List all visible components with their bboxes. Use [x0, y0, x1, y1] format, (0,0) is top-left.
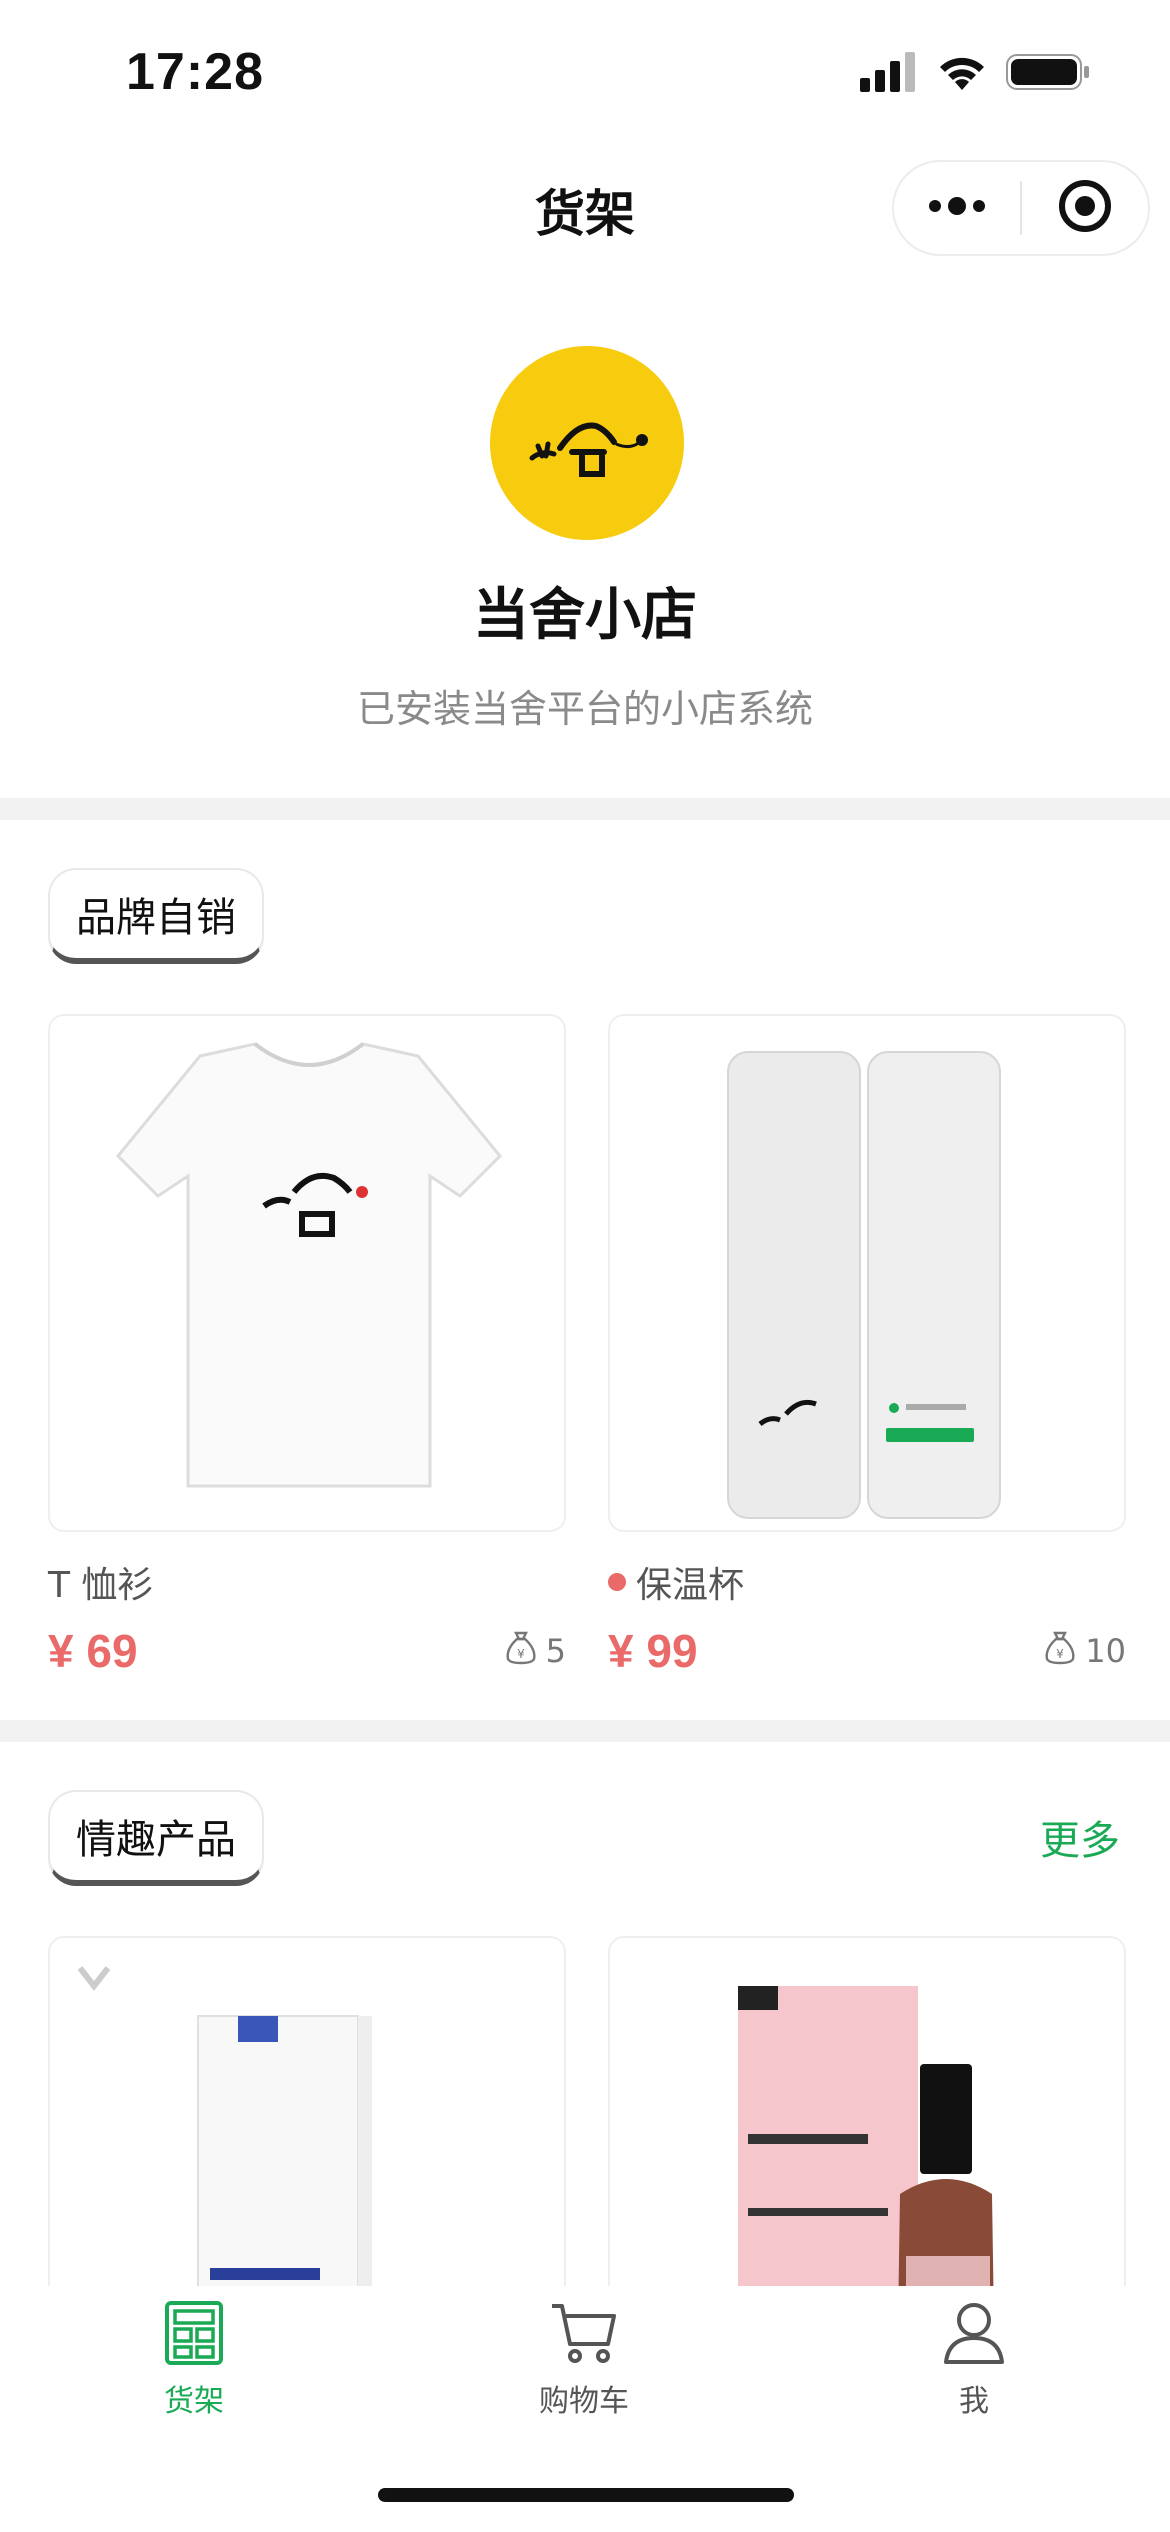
mini-program-capsule [892, 160, 1150, 256]
product-card[interactable]: T 恤衫 ¥ 69 ¥ 5 [48, 1014, 566, 1678]
svg-text:¥: ¥ [1056, 1647, 1064, 1661]
product-card[interactable] [48, 1936, 566, 2286]
product-image[interactable] [48, 1014, 566, 1532]
product-title-text: T 恤衫 [48, 1565, 154, 1606]
section-title[interactable]: 品牌自销 [48, 868, 264, 964]
screen: 17:28 货架 当舍小店 已安装当舍平台的小店系统 品牌自销 T 恤衫 ¥ 6… [0, 0, 1170, 2532]
shop-logo [490, 346, 684, 540]
section-brand: 品牌自销 T 恤衫 ¥ 69 ¥ 5 保温杯 ¥ 99 ¥ 10 [0, 820, 1170, 1720]
target-icon [1057, 178, 1113, 238]
close-mini-program-button[interactable] [1022, 162, 1148, 254]
sales-number: 5 [545, 1632, 566, 1670]
product-image[interactable] [48, 1936, 566, 2286]
product-card[interactable]: 保温杯 ¥ 99 ¥ 10 [608, 1014, 1126, 1678]
shelf-icon [164, 2301, 224, 2370]
tab-label: 我 [959, 2384, 989, 2419]
svg-text:¥: ¥ [517, 1647, 525, 1661]
more-dots-icon [927, 196, 987, 220]
shop-description: 已安装当舍平台的小店系统 [356, 687, 813, 731]
shop-profile: 当舍小店 已安装当舍平台的小店系统 [0, 270, 1170, 798]
sales-number: 10 [1085, 1632, 1126, 1670]
cart-icon [549, 2304, 619, 2370]
more-menu-button[interactable] [894, 162, 1020, 254]
sales-count: ¥ 5 [504, 1629, 566, 1673]
status-icons [860, 52, 1090, 96]
tab-label: 货架 [164, 2384, 224, 2419]
product-bottle-image [738, 1986, 994, 2286]
cellular-signal-icon [860, 52, 918, 96]
tab-shelf[interactable]: 货架 [94, 2300, 294, 2420]
tab-cart[interactable]: 购物车 [484, 2300, 684, 2420]
user-icon [941, 2303, 1007, 2370]
home-indicator [378, 2488, 794, 2502]
tab-label: 购物车 [539, 2384, 629, 2419]
product-title-text: 保温杯 [636, 1565, 745, 1606]
money-bag-icon: ¥ [1043, 1629, 1077, 1673]
tshirt-image [115, 1042, 503, 1488]
wifi-icon [936, 52, 988, 96]
more-link[interactable]: 更多 [1040, 1808, 1120, 1866]
battery-icon [1006, 52, 1090, 96]
section-adult: 情趣产品 更多 [0, 1742, 1170, 2286]
thermos-image [727, 1051, 1001, 1519]
product-title: 保温杯 [608, 1554, 1126, 1610]
shop-name: 当舍小店 [473, 583, 697, 648]
section-divider [0, 1720, 1170, 1742]
brand-calligraphy-logo [529, 422, 648, 477]
product-meta: ¥ 99 ¥ 10 [608, 1624, 1126, 1678]
nav-bar: 货架 [0, 150, 1170, 270]
status-time: 17:28 [126, 43, 264, 101]
status-dot [608, 1573, 626, 1591]
product-meta: ¥ 69 ¥ 5 [48, 1624, 566, 1678]
product-price: ¥ 99 [608, 1625, 698, 1677]
section-title[interactable]: 情趣产品 [48, 1790, 264, 1886]
tab-me[interactable]: 我 [874, 2300, 1074, 2420]
product-box-image [77, 1966, 372, 2286]
product-image[interactable] [608, 1936, 1126, 2286]
product-title: T 恤衫 [48, 1554, 566, 1610]
product-price: ¥ 69 [48, 1625, 138, 1677]
product-image[interactable] [608, 1014, 1126, 1532]
money-bag-icon: ¥ [504, 1629, 538, 1673]
status-bar: 17:28 [0, 0, 1170, 150]
product-card[interactable] [608, 1936, 1126, 2286]
section-divider [0, 798, 1170, 820]
sales-count: ¥ 10 [1043, 1629, 1126, 1673]
